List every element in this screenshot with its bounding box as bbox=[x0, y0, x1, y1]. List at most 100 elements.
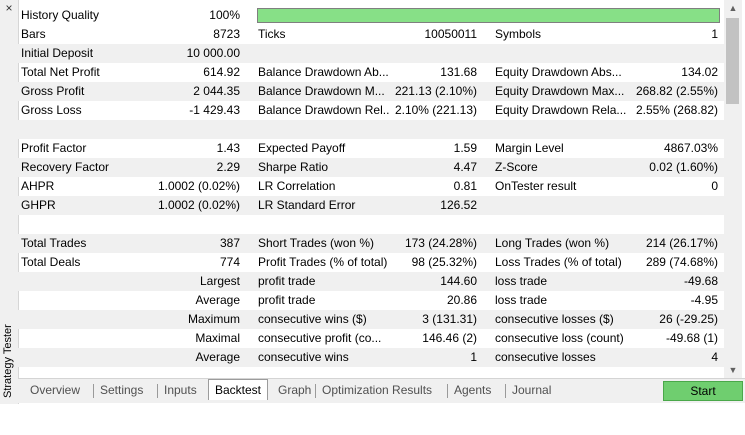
metric-value bbox=[618, 44, 718, 63]
vertical-scrollbar[interactable]: ▲ ▼ bbox=[724, 0, 742, 380]
metric-label bbox=[495, 196, 627, 215]
tab-inputs[interactable]: Inputs bbox=[158, 382, 203, 399]
metric-value: 8723 bbox=[213, 27, 240, 41]
metric-value: 0 bbox=[711, 179, 718, 193]
metric-value: Largest bbox=[199, 274, 240, 288]
metric-label: consecutive wins bbox=[258, 350, 349, 364]
tab-agents[interactable]: Agents bbox=[448, 382, 497, 399]
tab-settings[interactable]: Settings bbox=[94, 382, 149, 399]
tab-backtest[interactable]: Backtest bbox=[208, 379, 269, 400]
metric-label: Loss Trades (% of total) bbox=[495, 255, 622, 269]
scroll-down-icon[interactable]: ▼ bbox=[724, 362, 742, 379]
close-icon[interactable]: × bbox=[3, 2, 15, 14]
metric-label: OnTester result bbox=[495, 179, 577, 193]
metric-label: consecutive losses bbox=[495, 350, 596, 364]
panel-title-strip: × Strategy Tester bbox=[0, 0, 19, 404]
metric-value bbox=[388, 215, 477, 234]
metric-value: 3 (131.31) bbox=[422, 312, 477, 326]
metric-label: Balance Drawdown Rel... bbox=[258, 103, 390, 117]
metric-value: 1 bbox=[711, 27, 718, 41]
metric-value: 268.82 (2.55%) bbox=[635, 84, 718, 98]
metric-value bbox=[128, 120, 240, 139]
metric-value: 131.68 bbox=[440, 65, 477, 79]
metric-value: 1.43 bbox=[216, 141, 240, 155]
tab-journal[interactable]: Journal bbox=[506, 382, 557, 399]
results-row: Largest profit trade 144.60 loss trade -49.6… bbox=[18, 272, 724, 291]
results-row: Maximum consecutive wins ($) 3 (131.31) con… bbox=[18, 310, 724, 329]
metric-value: 26 (-29.25) bbox=[659, 312, 718, 326]
metric-value: 98 (25.32%) bbox=[411, 255, 477, 269]
metric-value: 4.47 bbox=[453, 160, 477, 174]
metric-value bbox=[388, 120, 477, 139]
metric-value: 146.46 (2) bbox=[422, 331, 477, 345]
history-quality-bar bbox=[257, 8, 720, 23]
tab-graph[interactable]: Graph bbox=[272, 382, 317, 399]
metric-label: Balance Drawdown Ab... bbox=[258, 65, 389, 79]
metric-label: Balance Drawdown M... bbox=[258, 84, 385, 98]
metric-label: consecutive losses ($) bbox=[495, 312, 614, 326]
results-row: AHPR 1.0002 (0.02%) LR Correlation 0.81 OnTe… bbox=[18, 177, 724, 196]
metric-value: 387 bbox=[219, 236, 240, 250]
metric-label: profit trade bbox=[258, 274, 316, 288]
metric-value: 1.0002 (0.02%) bbox=[157, 198, 240, 212]
scrollbar-thumb[interactable] bbox=[726, 18, 739, 104]
metric-label: Symbols bbox=[495, 27, 542, 41]
metric-value: 144.60 bbox=[440, 274, 477, 288]
metric-label: profit trade bbox=[258, 293, 316, 307]
metric-value: -1 429.43 bbox=[189, 103, 240, 117]
metric-label bbox=[495, 44, 627, 63]
metric-value: 289 (74.68%) bbox=[645, 255, 718, 269]
results-row: Profit Factor 1.43 Expected Payoff 1.59 Marg… bbox=[18, 139, 724, 158]
scroll-up-icon[interactable]: ▲ bbox=[724, 0, 742, 17]
results-row: Average consecutive wins 1 consecutive loss… bbox=[18, 348, 724, 367]
metric-value bbox=[388, 44, 477, 63]
results-row bbox=[18, 120, 724, 139]
metric-label: Margin Level bbox=[495, 141, 564, 155]
metric-value: 0.02 (1.60%) bbox=[649, 160, 718, 174]
metric-label: consecutive loss (count) bbox=[495, 331, 624, 345]
metric-label: Expected Payoff bbox=[258, 141, 346, 155]
metric-label: loss trade bbox=[495, 274, 548, 288]
tab-optimization-results[interactable]: Optimization Results bbox=[316, 382, 438, 399]
metric-label: Short Trades (won %) bbox=[258, 236, 375, 250]
metric-value: 614.92 bbox=[203, 65, 240, 79]
results-row: Bars 8723 Ticks 10050011 Symbols 1 bbox=[18, 25, 724, 44]
results-row: Maximal consecutive profit (co... 146.46 (… bbox=[18, 329, 724, 348]
tab-overview[interactable]: Overview bbox=[24, 382, 86, 399]
metric-label bbox=[258, 120, 390, 139]
metric-value: 4867.03% bbox=[663, 141, 718, 155]
metric-value: 774 bbox=[219, 255, 240, 269]
metric-value: 1 bbox=[470, 350, 477, 364]
history-quality-value: 100% bbox=[209, 8, 240, 22]
metric-value: -49.68 bbox=[683, 274, 718, 288]
metric-value: 214 (26.17%) bbox=[645, 236, 718, 250]
metric-label: Equity Drawdown Abs... bbox=[495, 65, 622, 79]
start-button[interactable]: Start bbox=[663, 381, 743, 401]
metric-value: 2 044.35 bbox=[193, 84, 240, 98]
results-row: Total Deals 774 Profit Trades (% of total)… bbox=[18, 253, 724, 272]
metric-value: Average bbox=[195, 293, 240, 307]
results-row: Total Trades 387 Short Trades (won %) 173 (… bbox=[18, 234, 724, 253]
metric-value bbox=[618, 215, 718, 234]
metric-value: 0.81 bbox=[453, 179, 477, 193]
metric-value: -4.95 bbox=[690, 293, 718, 307]
panel-title: Strategy Tester bbox=[2, 324, 14, 398]
history-quality-row: History Quality 100% bbox=[18, 6, 724, 25]
backtest-results-grid: History Quality 100% Bars 8723 Ticks 100500… bbox=[18, 6, 724, 367]
metric-value bbox=[618, 120, 718, 139]
metric-value: Average bbox=[195, 350, 240, 364]
metric-value: 134.02 bbox=[681, 65, 718, 79]
metric-label bbox=[495, 120, 627, 139]
results-row: Total Net Profit 614.92 Balance Drawdown A… bbox=[18, 63, 724, 82]
metric-value: -49.68 (1) bbox=[665, 331, 718, 345]
metric-value bbox=[618, 196, 718, 215]
metric-label: LR Standard Error bbox=[258, 198, 356, 212]
results-row bbox=[18, 215, 724, 234]
metric-value: 126.52 bbox=[440, 198, 477, 212]
metric-value: 10 000.00 bbox=[186, 46, 240, 60]
metric-label: Z-Score bbox=[495, 160, 538, 174]
results-row: GHPR 1.0002 (0.02%) LR Standard Error 126.5… bbox=[18, 196, 724, 215]
metric-label: Equity Drawdown Rela... bbox=[495, 103, 627, 117]
metric-label bbox=[258, 44, 390, 63]
tester-tab-bar: Overview Settings Inputs Backtest Graph Optim… bbox=[18, 378, 745, 403]
